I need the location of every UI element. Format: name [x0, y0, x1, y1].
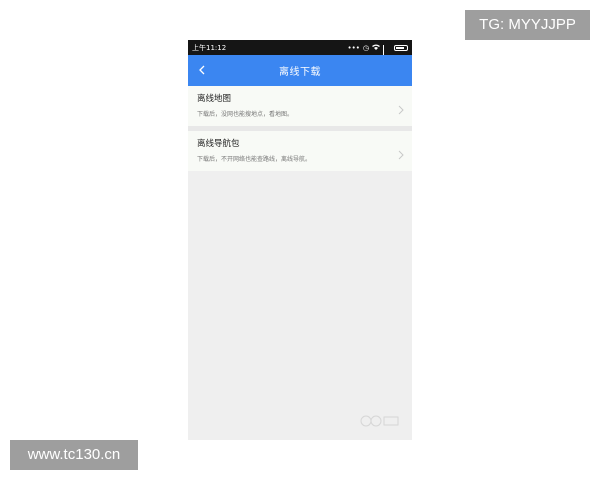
- alarm-icon: ◷: [362, 43, 369, 52]
- watermark-logo: [360, 414, 400, 430]
- list-item-offline-map[interactable]: 离线地图 下载后，没网也能搜地点，看地图。: [188, 86, 412, 126]
- phone-screen: 上午11:12 ••• ◷ 离线下载 离线地图 下载后，没网也能搜地点，看地图。: [188, 40, 412, 440]
- more-icon: •••: [347, 43, 360, 52]
- battery-icon: [394, 44, 408, 51]
- signal-icon: [383, 44, 391, 60]
- item-description: 下载后，没网也能搜地点，看地图。: [197, 111, 294, 118]
- chevron-right-icon: [398, 100, 404, 115]
- chevron-right-icon: [398, 145, 404, 160]
- item-title: 离线地图: [197, 94, 232, 104]
- watermark-tg: TG: MYYJJPP: [465, 10, 590, 40]
- status-bar: 上午11:12 ••• ◷: [188, 40, 412, 60]
- offline-download-list: 离线地图 下载后，没网也能搜地点，看地图。 离线导航包 下载后，不开网络也能查路…: [188, 86, 412, 171]
- item-title: 离线导航包: [197, 139, 240, 149]
- watermark-site: www.tc130.cn: [10, 440, 138, 470]
- app-bar: 离线下载: [188, 55, 412, 86]
- status-time: 上午11:12: [192, 43, 227, 52]
- list-item-offline-navigation[interactable]: 离线导航包 下载后，不开网络也能查路线，离线导航。: [188, 131, 412, 171]
- status-icons: ••• ◷: [347, 43, 408, 60]
- wifi-icon: [372, 44, 380, 52]
- page-title: 离线下载: [279, 67, 321, 78]
- item-description: 下载后，不开网络也能查路线，离线导航。: [197, 156, 312, 163]
- chevron-left-icon[interactable]: [196, 64, 208, 76]
